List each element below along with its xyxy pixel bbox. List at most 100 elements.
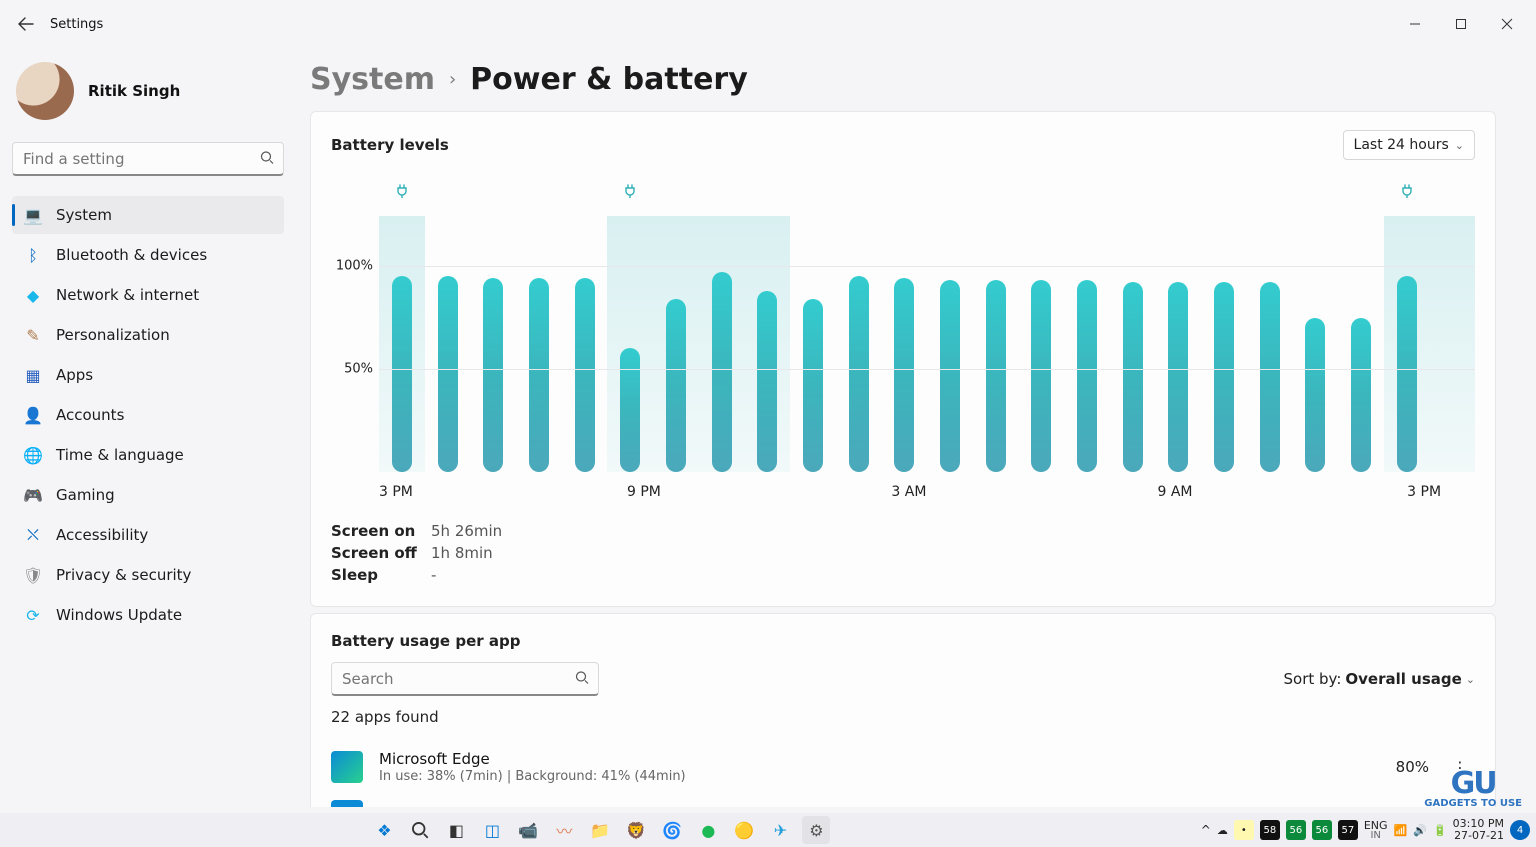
- window-title: Settings: [50, 17, 103, 32]
- chart-bar: [620, 348, 640, 472]
- chart-bar-slot: [425, 216, 471, 472]
- usage-title: Battery usage per app: [331, 632, 1475, 650]
- x-tick: 3 PM: [1407, 484, 1441, 500]
- chart-bar-slot: [1155, 216, 1201, 472]
- maximize-button[interactable]: [1438, 8, 1484, 40]
- battery-chart[interactable]: 100%50%: [331, 216, 1475, 472]
- screen-off-label: Screen off: [331, 544, 427, 562]
- spotify-icon[interactable]: ●: [694, 816, 722, 844]
- task-view-icon[interactable]: ◧: [442, 816, 470, 844]
- edge-icon[interactable]: 🌀: [658, 816, 686, 844]
- nav-icon: ▦: [24, 366, 42, 384]
- sidebar-item-gaming[interactable]: 🎮Gaming: [12, 476, 284, 514]
- sidebar-item-label: Gaming: [56, 486, 115, 504]
- main: System › Power & battery Battery levels …: [296, 48, 1536, 807]
- chart-bar: [1351, 318, 1371, 473]
- chart-bar: [1260, 282, 1280, 472]
- settings-icon[interactable]: ⚙: [802, 816, 830, 844]
- plug-icon: [624, 184, 636, 202]
- sidebar-item-personalization[interactable]: ✎Personalization: [12, 316, 284, 354]
- app-sub: In use: 38% (7min) | Background: 41% (44…: [379, 769, 1353, 784]
- user-row[interactable]: Ritik Singh: [12, 56, 284, 138]
- chart-bar-slot: [470, 216, 516, 472]
- chart-bar-slot: [516, 216, 562, 472]
- usage-search-input[interactable]: [331, 662, 599, 696]
- sleep-value: -: [431, 566, 1475, 584]
- apps-found: 22 apps found: [331, 708, 1475, 726]
- sidebar-item-system[interactable]: 💻System: [12, 196, 284, 234]
- sidebar-item-privacy-security[interactable]: 🛡Privacy & security: [12, 556, 284, 594]
- chart-bar-slot: [607, 216, 653, 472]
- app-list: Microsoft Edge In use: 38% (7min) | Back…: [331, 742, 1475, 807]
- app-icon[interactable]: 〰: [550, 816, 578, 844]
- volume-icon[interactable]: 🔊: [1413, 824, 1427, 837]
- wifi-icon[interactable]: 📶: [1394, 824, 1408, 837]
- tray-chip[interactable]: 56: [1312, 820, 1332, 840]
- start-button[interactable]: ❖: [370, 816, 398, 844]
- battery-usage-card: Battery usage per app Sort by: Overall u…: [310, 613, 1496, 807]
- sidebar-search-input[interactable]: [12, 142, 284, 176]
- app-row[interactable]: System ⋮: [331, 792, 1475, 807]
- chart-bar: [1305, 318, 1325, 473]
- tray-chevron-icon[interactable]: ^: [1201, 823, 1211, 837]
- tray-chip[interactable]: 56: [1286, 820, 1306, 840]
- chart-bar-slot: [699, 216, 745, 472]
- telegram-icon[interactable]: ✈: [766, 816, 794, 844]
- chart-plot: [379, 216, 1475, 472]
- tray-chip[interactable]: 57: [1338, 820, 1358, 840]
- sidebar-nav: 💻SystemᛒBluetooth & devices◆Network & in…: [12, 196, 284, 634]
- sort-dropdown[interactable]: Sort by: Overall usage ⌄: [1284, 670, 1475, 688]
- clock[interactable]: 03:10 PM 27-07-21: [1453, 818, 1504, 841]
- tray-chip[interactable]: •: [1234, 820, 1254, 840]
- chart-bar: [392, 276, 412, 472]
- back-button[interactable]: [6, 4, 46, 44]
- sidebar-item-network-internet[interactable]: ◆Network & internet: [12, 276, 284, 314]
- close-button[interactable]: [1484, 8, 1530, 40]
- minimize-button[interactable]: [1392, 8, 1438, 40]
- chart-bar-slot: [1110, 216, 1156, 472]
- battery-icon[interactable]: 🔋: [1433, 824, 1447, 837]
- explorer-icon[interactable]: 📁: [586, 816, 614, 844]
- watermark: GUGADGETS TO USE: [1424, 769, 1522, 809]
- sidebar-item-windows-update[interactable]: ⟳Windows Update: [12, 596, 284, 634]
- breadcrumb-parent[interactable]: System: [310, 62, 435, 97]
- sidebar-item-time-language[interactable]: 🌐Time & language: [12, 436, 284, 474]
- sidebar-item-accessibility[interactable]: ⛌Accessibility: [12, 516, 284, 554]
- time-range-dropdown[interactable]: Last 24 hours ⌄: [1343, 130, 1475, 160]
- widgets-icon[interactable]: ◫: [478, 816, 506, 844]
- onedrive-icon[interactable]: ☁: [1217, 824, 1228, 837]
- screen-off-value: 1h 8min: [431, 544, 1475, 562]
- screen-on-value: 5h 26min: [431, 522, 1475, 540]
- search-icon: [575, 670, 589, 689]
- breadcrumb-current: Power & battery: [470, 62, 748, 97]
- chart-bar: [940, 280, 960, 472]
- chart-bar: [1214, 282, 1234, 472]
- chart-bar: [1168, 282, 1188, 472]
- chrome-icon[interactable]: 🟡: [730, 816, 758, 844]
- chart-bar: [483, 278, 503, 472]
- chart-bar-slot: [379, 216, 425, 472]
- arrow-left-icon: [18, 16, 34, 32]
- sidebar-item-label: Windows Update: [56, 606, 182, 624]
- app-row[interactable]: Microsoft Edge In use: 38% (7min) | Back…: [331, 742, 1475, 792]
- battery-levels-card: Battery levels Last 24 hours ⌄ 100%50% 3…: [310, 111, 1496, 607]
- language-indicator[interactable]: ENG IN: [1364, 820, 1388, 841]
- chart-bar: [1123, 282, 1143, 472]
- sidebar-item-apps[interactable]: ▦Apps: [12, 356, 284, 394]
- notification-badge[interactable]: 4: [1510, 820, 1530, 840]
- sidebar-item-label: Privacy & security: [56, 566, 191, 584]
- teams-icon[interactable]: 📹: [514, 816, 542, 844]
- battery-summary: Screen on 5h 26min Screen off 1h 8min Sl…: [331, 522, 1475, 584]
- avatar: [16, 62, 74, 120]
- taskbar: ❖ ◧ ◫ 📹 〰 📁 🦁 🌀 ● 🟡 ✈ ⚙ ^ ☁ • 58 56 56 5…: [0, 813, 1536, 847]
- app-percentage: 80%: [1369, 758, 1429, 776]
- nav-icon: 🌐: [24, 446, 42, 464]
- tray-chip[interactable]: 58: [1260, 820, 1280, 840]
- x-tick: 9 PM: [627, 484, 661, 500]
- sidebar-item-accounts[interactable]: 👤Accounts: [12, 396, 284, 434]
- breadcrumb: System › Power & battery: [310, 56, 1496, 97]
- taskbar-search-icon[interactable]: [406, 816, 434, 844]
- brave-icon[interactable]: 🦁: [622, 816, 650, 844]
- sidebar-item-bluetooth-devices[interactable]: ᛒBluetooth & devices: [12, 236, 284, 274]
- chart-bar-slot: [927, 216, 973, 472]
